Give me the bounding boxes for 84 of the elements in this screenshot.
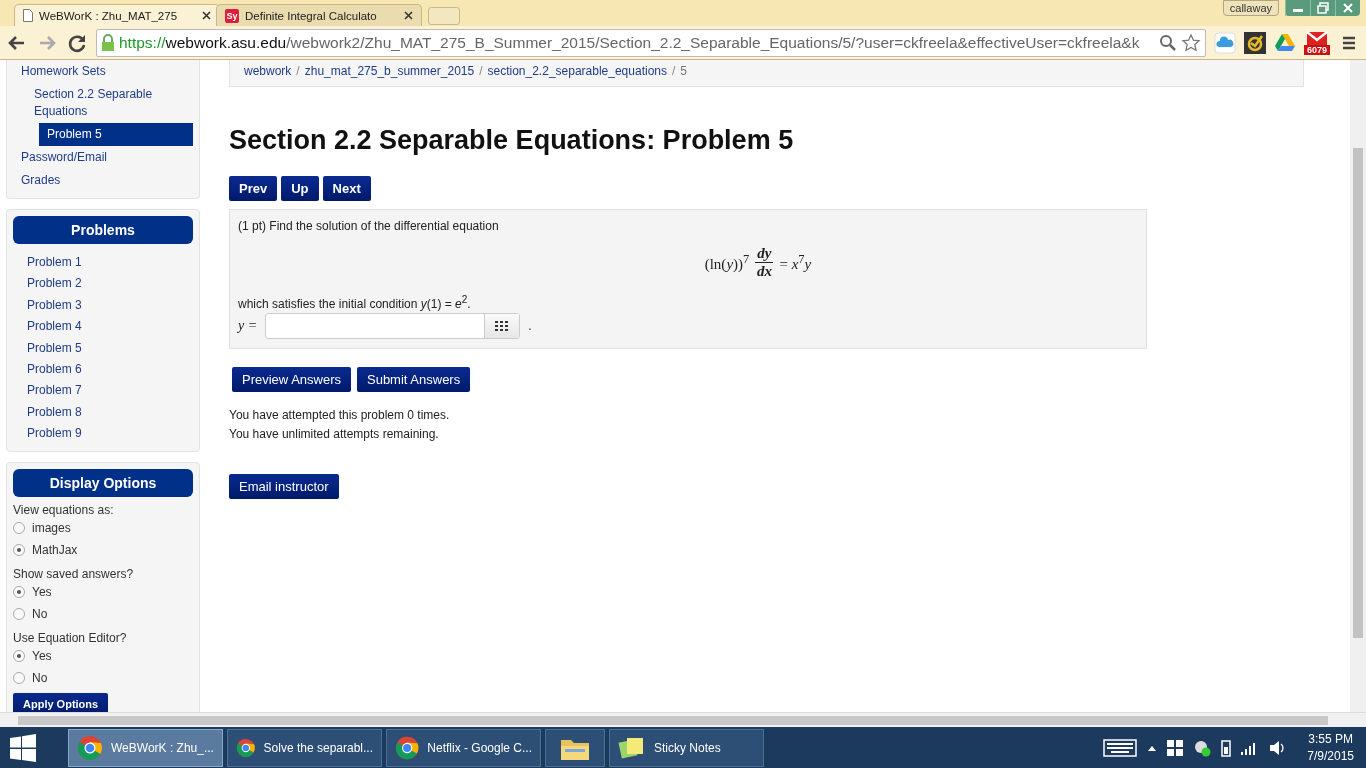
attempts-text: You have unlimited attempts remaining.: [229, 426, 440, 443]
radio-label: images: [32, 519, 71, 537]
address-bar[interactable]: https://webwork.asu.edu/webwork2/Zhu_MAT_275_B_Summer_2015/Section_2.2_Separable_Equations/5/?user=ckfreela&effectiveUser=ckfreela&k: [96, 28, 1206, 57]
profile-button[interactable]: callaway: [1222, 0, 1279, 16]
breadcrumb-link[interactable]: zhu_mat_275_b_summer_2015: [304, 64, 475, 78]
radio-button[interactable]: [13, 607, 25, 620]
panel-header: Display Options: [13, 468, 193, 497]
problem-link[interactable]: Problem 7: [27, 380, 193, 402]
radio-label: MathJax: [32, 541, 78, 559]
vertical-scrollbar[interactable]: [1350, 60, 1366, 712]
answer-field[interactable]: [265, 313, 521, 339]
browser-tab[interactable]: Sy Definite Integral Calculato: [216, 4, 422, 26]
breadcrumb-link[interactable]: section_2.2_separable_equations: [487, 64, 667, 78]
attempts-text: You have attempted this problem 0 times.: [229, 407, 451, 424]
problem-link[interactable]: Problem 5: [27, 337, 193, 360]
condition-text: which satisfies the initial condition y(1) = e$^{2}$.: [238, 294, 472, 311]
apply-options-button[interactable]: Apply Options: [13, 692, 109, 712]
radio-button[interactable]: [13, 543, 25, 556]
radio-button[interactable]: [13, 585, 25, 598]
breadcrumb-separator: /: [296, 64, 300, 78]
problem-text: (1 pt) Find the solution of the differential equation: [238, 219, 500, 233]
sync-icon[interactable]: [1193, 739, 1212, 757]
cloud-icon[interactable]: [1214, 31, 1236, 54]
nav-button[interactable]: Next: [322, 176, 371, 201]
problem-link[interactable]: Problem 1: [27, 252, 193, 274]
radio-label: No: [32, 669, 48, 687]
lock-icon: [101, 33, 115, 52]
radio-label: No: [32, 605, 48, 623]
site-logo-icon: Sy: [225, 8, 239, 23]
problem-link[interactable]: Problem 9: [27, 423, 193, 445]
caret-icon[interactable]: [1147, 744, 1158, 752]
nav-button[interactable]: Prev: [229, 176, 278, 201]
breadcrumb-current: 5: [680, 64, 687, 78]
windows-icon[interactable]: [1167, 740, 1184, 756]
option-label: View equations as:: [13, 502, 115, 517]
checkmark-icon[interactable]: [1244, 31, 1266, 54]
answer-label: y =: [238, 318, 258, 334]
radio-button[interactable]: [13, 671, 25, 684]
horizontal-scrollbar[interactable]: [0, 712, 1366, 727]
sticky-notes-icon: [618, 735, 646, 761]
problem-link[interactable]: Problem 6: [27, 359, 193, 381]
option-label: Show saved answers?: [13, 566, 135, 581]
radio-label: Yes: [32, 647, 52, 665]
radio-button[interactable]: [13, 649, 25, 662]
close-icon[interactable]: [404, 11, 413, 20]
problem-link[interactable]: Problem 8: [27, 401, 193, 424]
taskbar-item[interactable]: Sticky Notes: [609, 729, 764, 767]
panel-header: Problems: [13, 216, 193, 244]
breadcrumb-separator: /: [672, 64, 676, 78]
page-heading: Section 2.2 Separable Equations: Problem 5: [229, 125, 795, 156]
period-text: .: [528, 319, 532, 333]
sidebar-link[interactable]: Grades: [13, 169, 193, 192]
problem-link[interactable]: Problem 3: [27, 294, 193, 317]
taskbar-item[interactable]: WeBWorK : Zhu_...: [68, 729, 223, 767]
option-label: Use Equation Editor?: [13, 630, 128, 645]
keyboard-icon[interactable]: [1103, 739, 1138, 757]
taskbar-item[interactable]: [545, 729, 605, 767]
battery-icon[interactable]: [1221, 739, 1232, 757]
sidebar-link[interactable]: Password/Email: [13, 146, 193, 169]
chrome-icon: [77, 735, 103, 761]
search-icon[interactable]: [1159, 33, 1177, 52]
email-instructor-button[interactable]: Email instructor: [229, 474, 339, 499]
page-icon: [23, 9, 33, 22]
start-icon[interactable]: [8, 733, 38, 763]
chrome-icon: [395, 735, 420, 761]
nav-button[interactable]: Up: [281, 176, 319, 201]
radio-label: Yes: [32, 583, 52, 601]
drive-icon[interactable]: [1274, 31, 1296, 54]
sidebar-link[interactable]: Homework Sets: [13, 60, 193, 83]
grid-icon[interactable]: [495, 321, 510, 331]
close-icon[interactable]: [202, 11, 211, 20]
taskbar-item[interactable]: Solve the separabl...: [227, 729, 382, 767]
sidebar-link[interactable]: Problem 5: [39, 123, 193, 146]
clock[interactable]: 3:55 PM 7/9/2015: [1307, 731, 1354, 765]
taskbar-item[interactable]: Netflix - Google C...: [386, 729, 541, 767]
problem-link[interactable]: Problem 2: [27, 273, 193, 295]
sidebar-link[interactable]: Section 2.2 Separable Equations: [26, 83, 193, 123]
radio-button[interactable]: [13, 521, 25, 534]
breadcrumb-separator: /: [479, 64, 483, 78]
star-icon[interactable]: [1181, 32, 1201, 53]
answer-button[interactable]: Preview Answers: [232, 367, 351, 392]
problem-link[interactable]: Problem 4: [27, 316, 193, 338]
breadcrumb-link[interactable]: webwork: [244, 64, 292, 78]
answer-button[interactable]: Submit Answers: [357, 367, 471, 392]
